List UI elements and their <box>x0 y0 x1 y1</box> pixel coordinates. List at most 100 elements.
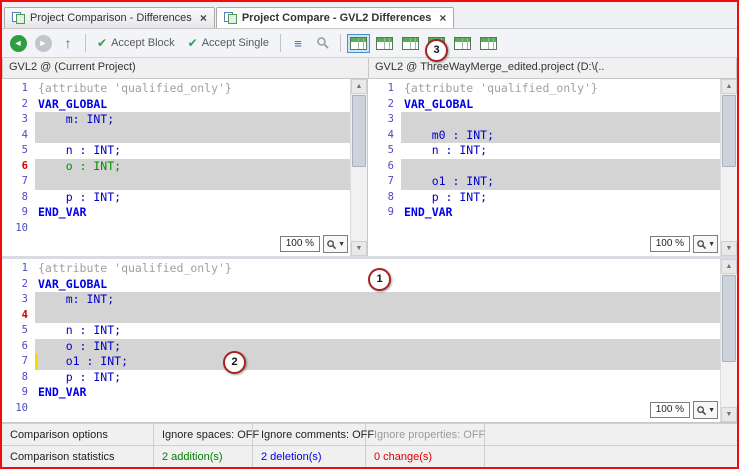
code-line[interactable]: 9END_VAR <box>2 385 721 401</box>
tab-label: Project Comparison - Differences <box>30 12 192 24</box>
code-editor-left[interactable]: 1{attribute 'qualified_only'}2VAR_GLOBAL… <box>2 79 351 256</box>
accept-block-button[interactable]: ✔ Accept Block <box>92 32 180 54</box>
code-line[interactable]: 2VAR_GLOBAL <box>368 97 721 113</box>
comparison-options-label: Comparison options <box>2 424 154 445</box>
code-line[interactable]: 4 <box>2 308 721 324</box>
line-number: 8 <box>2 190 35 206</box>
line-number: 5 <box>2 323 35 339</box>
code-line[interactable]: 2VAR_GLOBAL <box>2 97 351 113</box>
line-number: 7 <box>2 354 35 370</box>
code-text <box>35 401 721 417</box>
line-number: 4 <box>2 128 35 144</box>
tab-project-compare-gvl2-differences[interactable]: Project Compare - GVL2 Differences × <box>216 7 455 28</box>
code-line[interactable]: 7 <box>2 174 351 190</box>
code-text: p : INT; <box>35 370 721 386</box>
deletions-count: 2 deletion(s) <box>253 446 366 467</box>
code-line[interactable]: 6 o : INT; <box>2 159 351 175</box>
scroll-up-arrow[interactable]: ▲ <box>721 259 737 274</box>
scrollbar-thumb[interactable] <box>722 275 736 362</box>
table-view-icon <box>480 37 497 50</box>
line-number: 6 <box>2 339 35 355</box>
tab-project-comparison-differences[interactable]: Project Comparison - Differences × <box>4 7 215 28</box>
code-line[interactable]: 3 m: INT; <box>2 112 351 128</box>
vertical-scrollbar[interactable]: ▲ ▼ <box>720 259 737 422</box>
code-line[interactable]: 5 n : INT; <box>2 323 721 339</box>
scroll-down-arrow[interactable]: ▼ <box>721 241 737 256</box>
scroll-down-arrow[interactable]: ▼ <box>351 241 367 256</box>
line-number: 6 <box>2 159 35 175</box>
dropdown-caret-icon: ▼ <box>338 241 345 248</box>
line-number: 3 <box>2 292 35 308</box>
scroll-up-arrow[interactable]: ▲ <box>351 79 367 94</box>
code-line[interactable]: 8 p : INT; <box>368 190 721 206</box>
code-line[interactable]: 5 n : INT; <box>368 143 721 159</box>
code-line[interactable]: 4 <box>2 128 351 144</box>
code-line[interactable]: 1{attribute 'qualified_only'} <box>368 81 721 97</box>
view-mode-button-3[interactable] <box>399 34 422 53</box>
tab-close-icon[interactable]: × <box>200 12 207 24</box>
next-difference-button[interactable]: ► <box>32 32 54 54</box>
code-line[interactable]: 7 o1 : INT; <box>2 354 721 370</box>
code-text: p : INT; <box>401 190 721 206</box>
code-line[interactable]: 1{attribute 'qualified_only'} <box>2 261 721 277</box>
zoom-button[interactable]: ▼ <box>693 401 718 419</box>
accept-single-button[interactable]: ✔ Accept Single <box>183 32 274 54</box>
code-text: {attribute 'qualified_only'} <box>401 81 721 97</box>
code-line[interactable]: 9END_VAR <box>368 205 721 221</box>
tab-close-icon[interactable]: × <box>439 12 446 24</box>
view-mode-button-5[interactable] <box>451 34 474 53</box>
scrollbar-thumb[interactable] <box>352 95 366 167</box>
code-text <box>35 308 721 324</box>
zoom-level[interactable]: 100 % <box>280 236 320 252</box>
view-mode-button-2[interactable] <box>373 34 396 53</box>
code-editor-right[interactable]: 1{attribute 'qualified_only'}2VAR_GLOBAL… <box>368 79 721 256</box>
comparison-statistics-row: Comparison statistics 2 addition(s) 2 de… <box>2 445 737 467</box>
view-mode-button-1[interactable] <box>347 34 370 53</box>
code-line[interactable]: 2VAR_GLOBAL <box>2 277 721 293</box>
zoom-level[interactable]: 100 % <box>650 402 690 418</box>
code-line[interactable]: 6 <box>368 159 721 175</box>
code-text: o1 : INT; <box>35 354 721 370</box>
diff-panes: 1{attribute 'qualified_only'}2VAR_GLOBAL… <box>2 79 737 259</box>
code-line[interactable]: 10 <box>2 401 721 417</box>
code-line[interactable]: 8 p : INT; <box>2 370 721 386</box>
ignore-spaces-status: Ignore spaces: OFF <box>154 424 253 445</box>
line-number: 9 <box>2 385 35 401</box>
code-line[interactable]: 1{attribute 'qualified_only'} <box>2 81 351 97</box>
scroll-down-arrow[interactable]: ▼ <box>721 407 737 422</box>
code-line[interactable]: 6 o : INT; <box>2 339 721 355</box>
line-number: 9 <box>2 205 35 221</box>
parent-object-button[interactable]: ↑ <box>57 32 79 54</box>
view-mode-button-6[interactable] <box>477 34 500 53</box>
code-line[interactable]: 8 p : INT; <box>2 190 351 206</box>
line-number: 1 <box>2 81 35 97</box>
zoom-button[interactable]: ▼ <box>323 235 348 253</box>
other-project-pane[interactable]: 1{attribute 'qualified_only'}2VAR_GLOBAL… <box>368 79 737 256</box>
code-line[interactable]: 5 n : INT; <box>2 143 351 159</box>
current-project-pane[interactable]: 1{attribute 'qualified_only'}2VAR_GLOBAL… <box>2 79 368 256</box>
zoom-control: 100 % ▼ <box>649 400 719 420</box>
code-text: {attribute 'qualified_only'} <box>35 81 351 97</box>
code-editor-result[interactable]: 1{attribute 'qualified_only'}2VAR_GLOBAL… <box>2 259 721 422</box>
scrollbar-thumb[interactable] <box>722 95 736 167</box>
code-line[interactable]: 9END_VAR <box>2 205 351 221</box>
code-text: m: INT; <box>35 292 721 308</box>
previous-difference-button[interactable]: ◄ <box>7 32 29 54</box>
vertical-scrollbar[interactable]: ▲ ▼ <box>350 79 367 256</box>
code-line[interactable]: 7 o1 : INT; <box>368 174 721 190</box>
line-number: 4 <box>2 308 35 324</box>
zoom-button[interactable]: ▼ <box>693 235 718 253</box>
zoom-level[interactable]: 100 % <box>650 236 690 252</box>
code-text <box>35 128 351 144</box>
search-button[interactable] <box>312 32 334 54</box>
code-line[interactable]: 4 m0 : INT; <box>368 128 721 144</box>
scroll-up-arrow[interactable]: ▲ <box>721 79 737 94</box>
code-line[interactable]: 3 <box>368 112 721 128</box>
callout-2: 2 <box>223 351 246 374</box>
table-view-icon <box>402 37 419 50</box>
line-number: 1 <box>368 81 401 97</box>
synchronize-scrolling-button[interactable]: ≡ <box>287 32 309 54</box>
vertical-scrollbar[interactable]: ▲ ▼ <box>720 79 737 256</box>
line-number: 2 <box>2 97 35 113</box>
code-line[interactable]: 3 m: INT; <box>2 292 721 308</box>
